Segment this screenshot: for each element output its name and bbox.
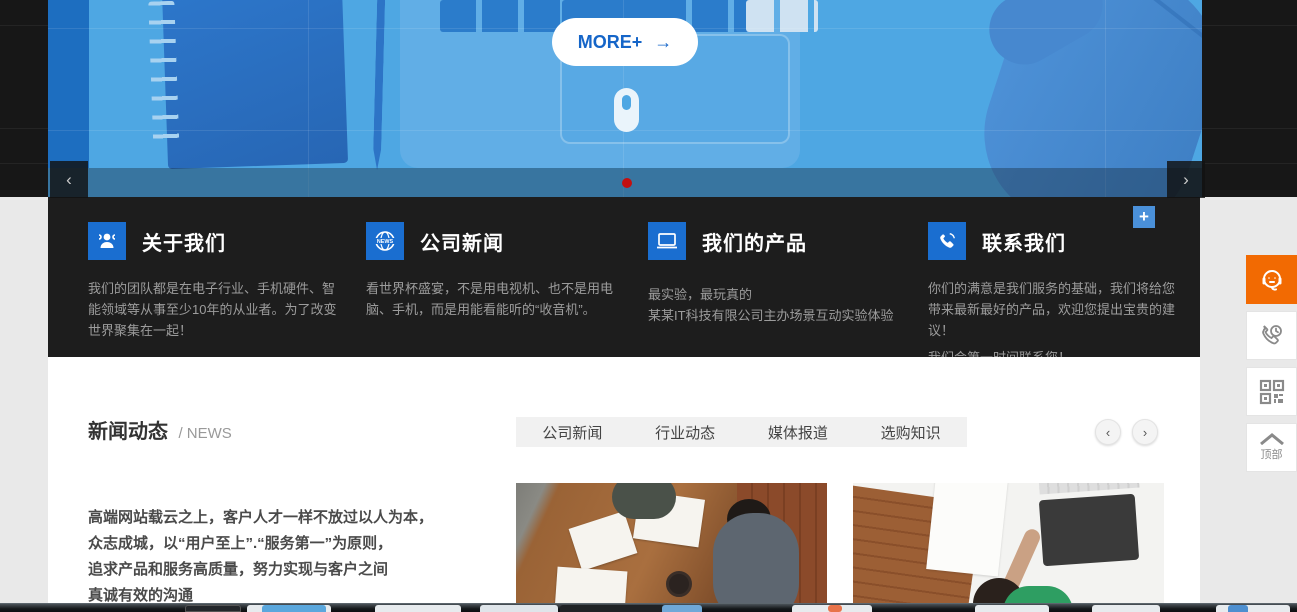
news-globe-icon: NEWS xyxy=(366,222,404,260)
carousel-dot-active[interactable] xyxy=(622,178,632,188)
news-photo-team-table[interactable] xyxy=(516,483,827,612)
page: MORE+ → ‹ › 关于我们 我们的团队都是在电子行业 xyxy=(0,0,1297,612)
news-photo-designer-desk[interactable] xyxy=(853,483,1164,612)
floating-sidebar: 顶部 xyxy=(1246,255,1297,479)
laptop-icon xyxy=(648,222,686,260)
news-next-button[interactable]: › xyxy=(1132,419,1158,445)
feature-title: 我们的产品 xyxy=(702,227,807,256)
feature-title: 关于我们 xyxy=(142,227,226,256)
feature-title: 公司新闻 xyxy=(420,227,504,256)
feature-contact[interactable]: 联系我们 你们的满意是我们服务的基础，我们将给您带来最新最好的产品，欢迎您提出宝… xyxy=(928,222,1178,368)
tab-company-news[interactable]: 公司新闻 xyxy=(516,417,629,447)
chevron-left-icon: ‹ xyxy=(66,170,72,190)
phone-hours-button[interactable] xyxy=(1246,311,1297,360)
back-to-top-button[interactable]: 顶部 xyxy=(1246,423,1297,472)
customer-service-button[interactable] xyxy=(1246,255,1297,304)
carousel-prev-button[interactable]: ‹ xyxy=(50,161,88,198)
feature-title: 联系我们 xyxy=(982,227,1066,256)
phone-hours-icon xyxy=(1257,321,1287,351)
scroll-mouse-icon xyxy=(614,88,639,132)
feature-band: 关于我们 我们的团队都是在电子行业、手机硬件、智能领域等从事至少10年的从业者。… xyxy=(48,197,1200,357)
people-icon xyxy=(88,222,126,260)
news-prev-button[interactable]: ‹ xyxy=(1095,419,1121,445)
notebook-photo-shape xyxy=(162,0,348,169)
news-title: 新闻动态 xyxy=(88,421,168,443)
news-heading: 新闻动态 / NEWS xyxy=(88,415,232,444)
hero-banner: MORE+ → xyxy=(48,0,1202,197)
feature-about[interactable]: 关于我们 我们的团队都是在电子行业、手机硬件、智能领域等从事至少10年的从业者。… xyxy=(88,222,340,341)
arrow-right-icon: → xyxy=(654,32,672,53)
chevron-right-icon: › xyxy=(1183,170,1189,190)
back-to-top-label: 顶部 xyxy=(1261,446,1283,462)
news-section: 新闻动态 / NEWS 公司新闻 行业动态 媒体报道 选购知识 ‹ › 高端网站… xyxy=(48,357,1200,612)
tab-buying-guide[interactable]: 选购知识 xyxy=(854,417,967,447)
chevron-left-icon: ‹ xyxy=(1106,425,1110,440)
qr-code-button[interactable] xyxy=(1246,367,1297,416)
plus-button[interactable]: + xyxy=(1133,206,1155,228)
chevron-right-icon: › xyxy=(1143,425,1147,440)
carousel-next-button[interactable]: › xyxy=(1167,161,1205,198)
feature-text-line1: 最实验，最玩真的 xyxy=(648,284,898,305)
news-tabbar: 公司新闻 行业动态 媒体报道 选购知识 xyxy=(516,417,967,447)
news-subtitle: / NEWS xyxy=(178,425,231,442)
feature-products[interactable]: 我们的产品 最实验，最玩真的 某某IT科技有限公司主办场景互动实验体验 xyxy=(648,222,898,326)
chevron-up-icon xyxy=(1259,433,1285,445)
hero-decor xyxy=(48,0,89,168)
customer-service-icon xyxy=(1257,265,1287,295)
feature-text-line1: 你们的满意是我们服务的基础，我们将给您带来最新最好的产品，欢迎您提出宝贵的建议！ xyxy=(928,278,1178,341)
qr-code-icon xyxy=(1258,378,1286,406)
news-intro-paragraph: 高端网站载云之上，客户人才一样不放过以人为本， 众志成城，以“用户至上”.“服务… xyxy=(88,505,433,609)
more-button[interactable]: MORE+ → xyxy=(552,18,698,66)
feature-text: 看世界杯盛宴，不是用电视机、也不是用电脑、手机，而是用能看能听的“收音机”。 xyxy=(366,278,618,320)
feature-text-line2: 某某IT科技有限公司主办场景互动实验体验 xyxy=(648,305,898,326)
more-button-label: MORE+ xyxy=(578,32,643,53)
os-taskbar[interactable] xyxy=(0,603,1297,612)
svg-text:NEWS: NEWS xyxy=(377,239,394,245)
feature-text: 我们的团队都是在电子行业、手机硬件、智能领域等从事至少10年的从业者。为了改变世… xyxy=(88,278,340,341)
feature-news[interactable]: NEWS 公司新闻 看世界杯盛宴，不是用电视机、也不是用电脑、手机，而是用能看能… xyxy=(366,222,618,320)
tab-industry-news[interactable]: 行业动态 xyxy=(629,417,742,447)
phone-icon xyxy=(928,222,966,260)
pen-photo-shape xyxy=(373,0,386,170)
tab-media-reports[interactable]: 媒体报道 xyxy=(742,417,855,447)
